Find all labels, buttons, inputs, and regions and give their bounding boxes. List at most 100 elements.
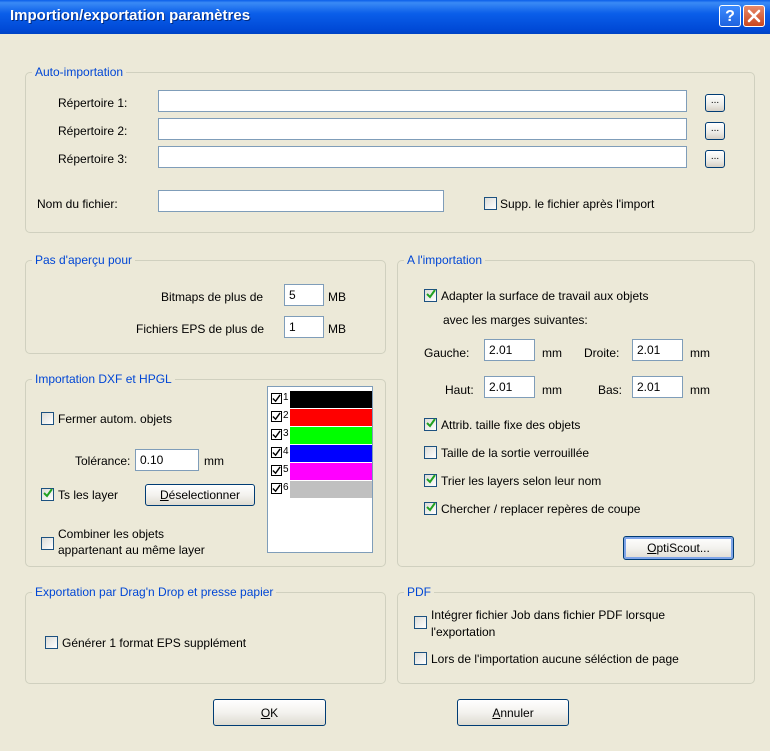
import-group: A l'importation [397, 253, 755, 567]
check-icon [43, 488, 53, 498]
layer-color-list[interactable]: 1 2 3 4 5 6 [267, 386, 373, 553]
check-icon [426, 474, 436, 484]
eps-input[interactable] [284, 316, 324, 338]
ok-button[interactable]: OK [213, 699, 326, 726]
combine-layer-checkbox[interactable] [41, 537, 54, 550]
preview-legend: Pas d'aperçu pour [32, 253, 136, 267]
margin-right-unit: mm [690, 346, 710, 360]
directory-1-input[interactable] [158, 90, 687, 112]
bitmaps-unit: MB [328, 290, 346, 304]
import-legend: A l'importation [404, 253, 485, 267]
generate-eps-checkbox[interactable] [45, 636, 58, 649]
window-title: Importion/exportation paramètres [10, 7, 251, 24]
tolerance-input[interactable] [135, 449, 199, 471]
layer-row[interactable]: 1 [271, 391, 372, 408]
directory-3-label: Répertoire 3: [58, 152, 128, 166]
layer-checkbox[interactable] [271, 465, 282, 476]
all-layers-checkbox[interactable] [41, 488, 54, 501]
check-icon [272, 412, 281, 421]
title-bar[interactable]: Importion/exportation paramètres ? [0, 0, 770, 34]
filename-label: Nom du fichier: [37, 197, 118, 211]
layer-checkbox[interactable] [271, 483, 282, 494]
layer-number: 4 [283, 446, 289, 457]
check-icon [272, 466, 281, 475]
margin-bottom-unit: mm [690, 383, 710, 397]
dxf-legend: Importation DXF et HPGL [32, 372, 175, 386]
layer-checkbox[interactable] [271, 447, 282, 458]
layer-checkbox[interactable] [271, 429, 282, 440]
delete-after-import-label[interactable]: Supp. le fichier après l'import [500, 197, 654, 211]
tolerance-unit: mm [204, 454, 224, 468]
layer-color-swatch[interactable] [290, 409, 372, 426]
deselect-button[interactable]: Déselectionner [145, 484, 255, 506]
close-objects-label[interactable]: Fermer autom. objets [58, 412, 172, 426]
sort-layers-label[interactable]: Trier les layers selon leur nom [441, 474, 601, 488]
adapt-workspace-checkbox[interactable] [424, 289, 437, 302]
directory-3-input[interactable] [158, 146, 687, 168]
layer-row[interactable]: 3 [271, 427, 372, 444]
close-button[interactable] [743, 5, 765, 27]
embed-job-label-line2[interactable]: l'exportation [431, 625, 495, 639]
margin-bottom-label: Bas: [598, 383, 623, 397]
layer-checkbox[interactable] [271, 393, 282, 404]
filename-input[interactable] [158, 190, 444, 212]
layer-row[interactable]: 2 [271, 409, 372, 426]
layer-color-swatch[interactable] [290, 445, 372, 462]
cancel-button[interactable]: Annuler [457, 699, 569, 726]
layer-checkbox[interactable] [271, 411, 282, 422]
margin-top-label: Haut: [445, 383, 474, 397]
export-legend: Exportation par Drag'n Drop et presse pa… [32, 585, 277, 599]
check-icon [272, 484, 281, 493]
directory-1-browse-button[interactable]: ... [705, 94, 725, 112]
delete-after-import-checkbox[interactable] [484, 197, 497, 210]
sort-layers-checkbox[interactable] [424, 474, 437, 487]
layer-number: 3 [283, 428, 289, 439]
margin-bottom-input[interactable] [632, 376, 683, 398]
layer-row[interactable]: 6 [271, 481, 372, 498]
layer-row[interactable]: 5 [271, 463, 372, 480]
auto-import-legend: Auto-importation [32, 65, 127, 79]
layer-row[interactable]: 4 [271, 445, 372, 462]
combine-label-line2[interactable]: appartenant au même layer [58, 543, 205, 557]
bitmaps-input[interactable] [284, 284, 324, 306]
margin-right-input[interactable] [632, 339, 683, 361]
no-page-selection-checkbox[interactable] [414, 652, 427, 665]
fixed-size-checkbox[interactable] [424, 418, 437, 431]
cut-marks-label[interactable]: Chercher / replacer repères de coupe [441, 502, 640, 516]
directory-2-input[interactable] [158, 118, 687, 140]
all-layers-label[interactable]: Ts les layer [58, 488, 118, 502]
help-button[interactable]: ? [719, 5, 741, 27]
locked-output-checkbox[interactable] [424, 446, 437, 459]
locked-output-label[interactable]: Taille de la sortie verrouillée [441, 446, 589, 460]
layer-color-swatch[interactable] [290, 481, 372, 498]
check-icon [272, 394, 281, 403]
layer-number: 6 [283, 482, 289, 493]
check-icon [426, 502, 436, 512]
margin-right-label: Droite: [584, 346, 620, 360]
directory-2-browse-button[interactable]: ... [705, 122, 725, 140]
directory-3-browse-button[interactable]: ... [705, 150, 725, 168]
adapt-workspace-label-line1[interactable]: Adapter la surface de travail aux objets [441, 289, 648, 303]
check-icon [272, 448, 281, 457]
preview-group: Pas d'aperçu pour [25, 253, 386, 354]
layer-number: 1 [283, 392, 289, 403]
margin-top-input[interactable] [484, 376, 535, 398]
generate-eps-label[interactable]: Générer 1 format EPS supplément [62, 636, 246, 650]
eps-label: Fichiers EPS de plus de [136, 322, 265, 336]
import-export-dialog: Importion/exportation paramètres ? Auto-… [0, 0, 770, 751]
embed-job-label-line1[interactable]: Intégrer fichier Job dans fichier PDF lo… [431, 608, 665, 622]
margin-left-label: Gauche: [424, 346, 470, 360]
no-page-selection-label[interactable]: Lors de l'importation aucune séléction d… [431, 652, 679, 666]
close-objects-checkbox[interactable] [41, 412, 54, 425]
margin-left-input[interactable] [484, 339, 535, 361]
layer-color-swatch[interactable] [290, 391, 372, 408]
layer-color-swatch[interactable] [290, 427, 372, 444]
layer-color-swatch[interactable] [290, 463, 372, 480]
fixed-size-label[interactable]: Attrib. taille fixe des objets [441, 418, 580, 432]
bitmaps-label: Bitmaps de plus de [161, 290, 264, 304]
pdf-legend: PDF [404, 585, 434, 599]
embed-job-checkbox[interactable] [414, 616, 427, 629]
optiscout-button[interactable]: OptiScout... [623, 536, 734, 560]
combine-label-line1[interactable]: Combiner les objets [58, 527, 164, 541]
cut-marks-checkbox[interactable] [424, 502, 437, 515]
